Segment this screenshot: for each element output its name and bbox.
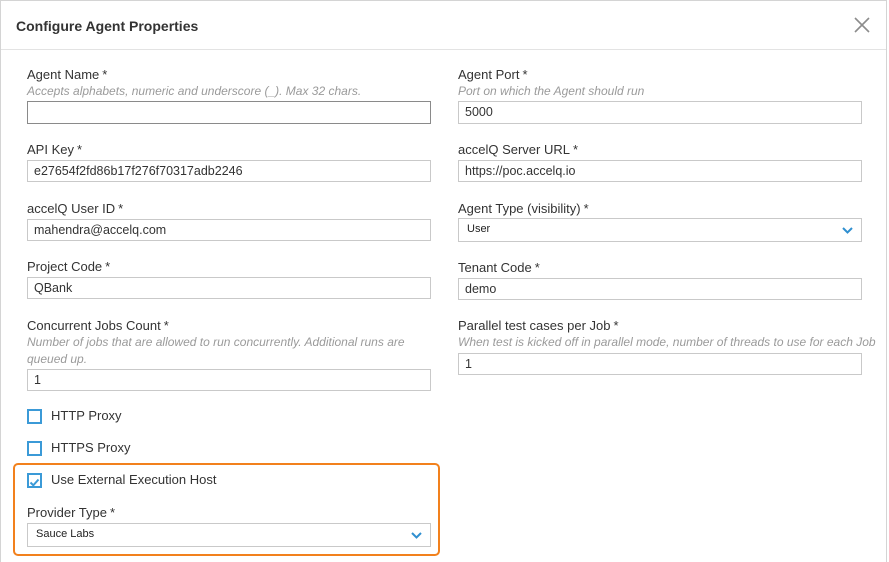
dialog-header: Configure Agent Properties: [1, 1, 886, 50]
external-host-checkbox[interactable]: [27, 473, 42, 488]
agent-port-field: Agent Port * Port on which the Agent shou…: [458, 67, 644, 100]
agent-type-value: User: [467, 223, 491, 235]
server-url-label: accelQ Server URL: [458, 142, 570, 157]
required-marker: *: [105, 259, 111, 274]
api-key-label: API Key: [27, 142, 74, 157]
agent-name-field: Agent Name * Accepts alphabets, numeric a…: [27, 67, 361, 100]
close-icon[interactable]: [852, 15, 872, 35]
required-marker: *: [534, 260, 540, 275]
required-marker: *: [102, 67, 108, 82]
agent-port-hint: Port on which the Agent should run: [458, 84, 645, 98]
chevron-down-icon: [842, 227, 853, 234]
parallel-tests-field: Parallel test cases per Job * When test i…: [458, 318, 876, 351]
concurrent-jobs-field: Concurrent Jobs Count * Number of jobs th…: [27, 318, 432, 368]
server-url-input[interactable]: https://poc.accelq.io: [458, 160, 862, 182]
required-marker: *: [109, 505, 116, 520]
http-proxy-label[interactable]: HTTP Proxy: [51, 408, 122, 423]
chevron-down-icon: [411, 532, 422, 539]
agent-type-field: Agent Type (visibility) *: [458, 201, 589, 217]
hint-line: Number of jobs that are allowed to run c…: [27, 335, 405, 349]
tenant-code-label: Tenant Code: [458, 260, 532, 275]
agent-port-input[interactable]: 5000: [458, 101, 862, 124]
agent-port-label: Agent Port: [458, 67, 520, 82]
dialog-title: Configure Agent Properties: [16, 18, 199, 34]
project-code-field: Project Code *: [27, 259, 110, 275]
configure-agent-dialog: Configure Agent Properties Agent Name * A…: [0, 0, 887, 562]
required-marker: *: [522, 67, 528, 82]
project-code-input[interactable]: QBank: [27, 277, 431, 299]
required-marker: *: [118, 201, 124, 216]
agent-type-select[interactable]: User: [458, 218, 862, 242]
tenant-code-input[interactable]: demo: [458, 278, 862, 300]
server-url-field: accelQ Server URL *: [458, 142, 578, 158]
api-key-field: API Key *: [27, 142, 82, 158]
required-marker: *: [163, 318, 169, 333]
provider-type-select[interactable]: Sauce Labs: [27, 523, 431, 547]
concurrent-jobs-label: Concurrent Jobs Count: [27, 318, 161, 333]
https-proxy-label[interactable]: HTTPS Proxy: [51, 440, 130, 455]
agent-name-input[interactable]: [27, 101, 431, 124]
http-proxy-checkbox[interactable]: [27, 409, 42, 424]
user-id-input[interactable]: mahendra@accelq.com: [27, 219, 431, 241]
required-marker: *: [583, 201, 589, 216]
provider-type-value: Sauce Labs: [36, 528, 95, 540]
hint-line: queued up.: [27, 352, 88, 366]
agent-name-label: Agent Name: [27, 67, 100, 82]
project-code-label: Project Code: [27, 259, 103, 274]
external-host-label[interactable]: Use External Execution Host: [51, 472, 216, 487]
provider-type-field: Provider Type *: [27, 505, 115, 521]
concurrent-jobs-input[interactable]: 1: [27, 369, 431, 391]
parallel-tests-input[interactable]: 1: [458, 353, 862, 375]
api-key-input[interactable]: e27654f2fd86b17f276f70317adb2246: [27, 160, 431, 182]
agent-type-label: Agent Type (visibility): [458, 201, 581, 216]
provider-type-label: Provider Type: [27, 505, 107, 520]
required-marker: *: [613, 318, 619, 333]
user-id-label: accelQ User ID: [27, 201, 116, 216]
required-marker: *: [76, 142, 83, 157]
agent-name-hint: Accepts alphabets, numeric and underscor…: [27, 84, 362, 98]
checkmark-icon: [29, 478, 40, 487]
concurrent-jobs-hint: Number of jobs that are allowed to run c…: [27, 334, 432, 368]
required-marker: *: [572, 142, 579, 157]
user-id-field: accelQ User ID *: [27, 201, 123, 217]
parallel-tests-label: Parallel test cases per Job: [458, 318, 611, 333]
parallel-tests-hint: When test is kicked off in parallel mode…: [458, 335, 876, 349]
https-proxy-checkbox[interactable]: [27, 441, 42, 456]
tenant-code-field: Tenant Code *: [458, 260, 540, 276]
